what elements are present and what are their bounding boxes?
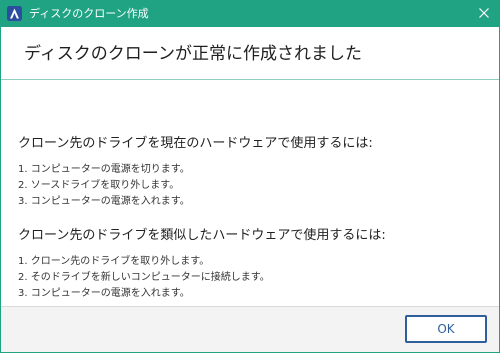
section-heading-similar-hardware: クローン先のドライブを類似したハードウェアで使用するには: [18, 228, 386, 243]
step-item: 3. コンピューターの電源を入れます。 [18, 196, 190, 207]
title-bar[interactable]: ディスクのクローン作成 [0, 0, 500, 27]
step-item: 2. そのドライブを新しいコンピューターに接続します。 [18, 272, 270, 283]
ok-button[interactable]: OK [405, 315, 487, 343]
section-heading-current-hardware: クローン先のドライブを現在のハードウェアで使用するには: [18, 136, 373, 151]
instructions-area: クローン先のドライブを現在のハードウェアで使用するには: 1. コンピューターの… [1, 81, 499, 301]
window-title: ディスクのクローン作成 [29, 7, 149, 20]
app-logo-icon [7, 6, 22, 21]
step-item: 2. ソースドライブを取り外します。 [18, 180, 180, 191]
step-item: 1. クローン先のドライブを取り外します。 [18, 256, 210, 267]
step-item: 1. コンピューターの電源を切ります。 [18, 164, 190, 175]
page-title: ディスクのクローンが正常に作成されました [24, 44, 362, 64]
dialog-window: ディスクのクローン作成 ディスクのクローンが正常に作成されました クローン先のド… [0, 0, 500, 353]
close-icon [479, 8, 489, 18]
step-item: 3. コンピューターの電源を入れます。 [18, 288, 190, 299]
dialog-footer: OK [1, 306, 499, 352]
dialog-content: ディスクのクローンが正常に作成されました クローン先のドライブを現在のハードウェ… [1, 27, 499, 352]
close-button[interactable] [472, 2, 496, 24]
header-area: ディスクのクローンが正常に作成されました [1, 27, 499, 80]
